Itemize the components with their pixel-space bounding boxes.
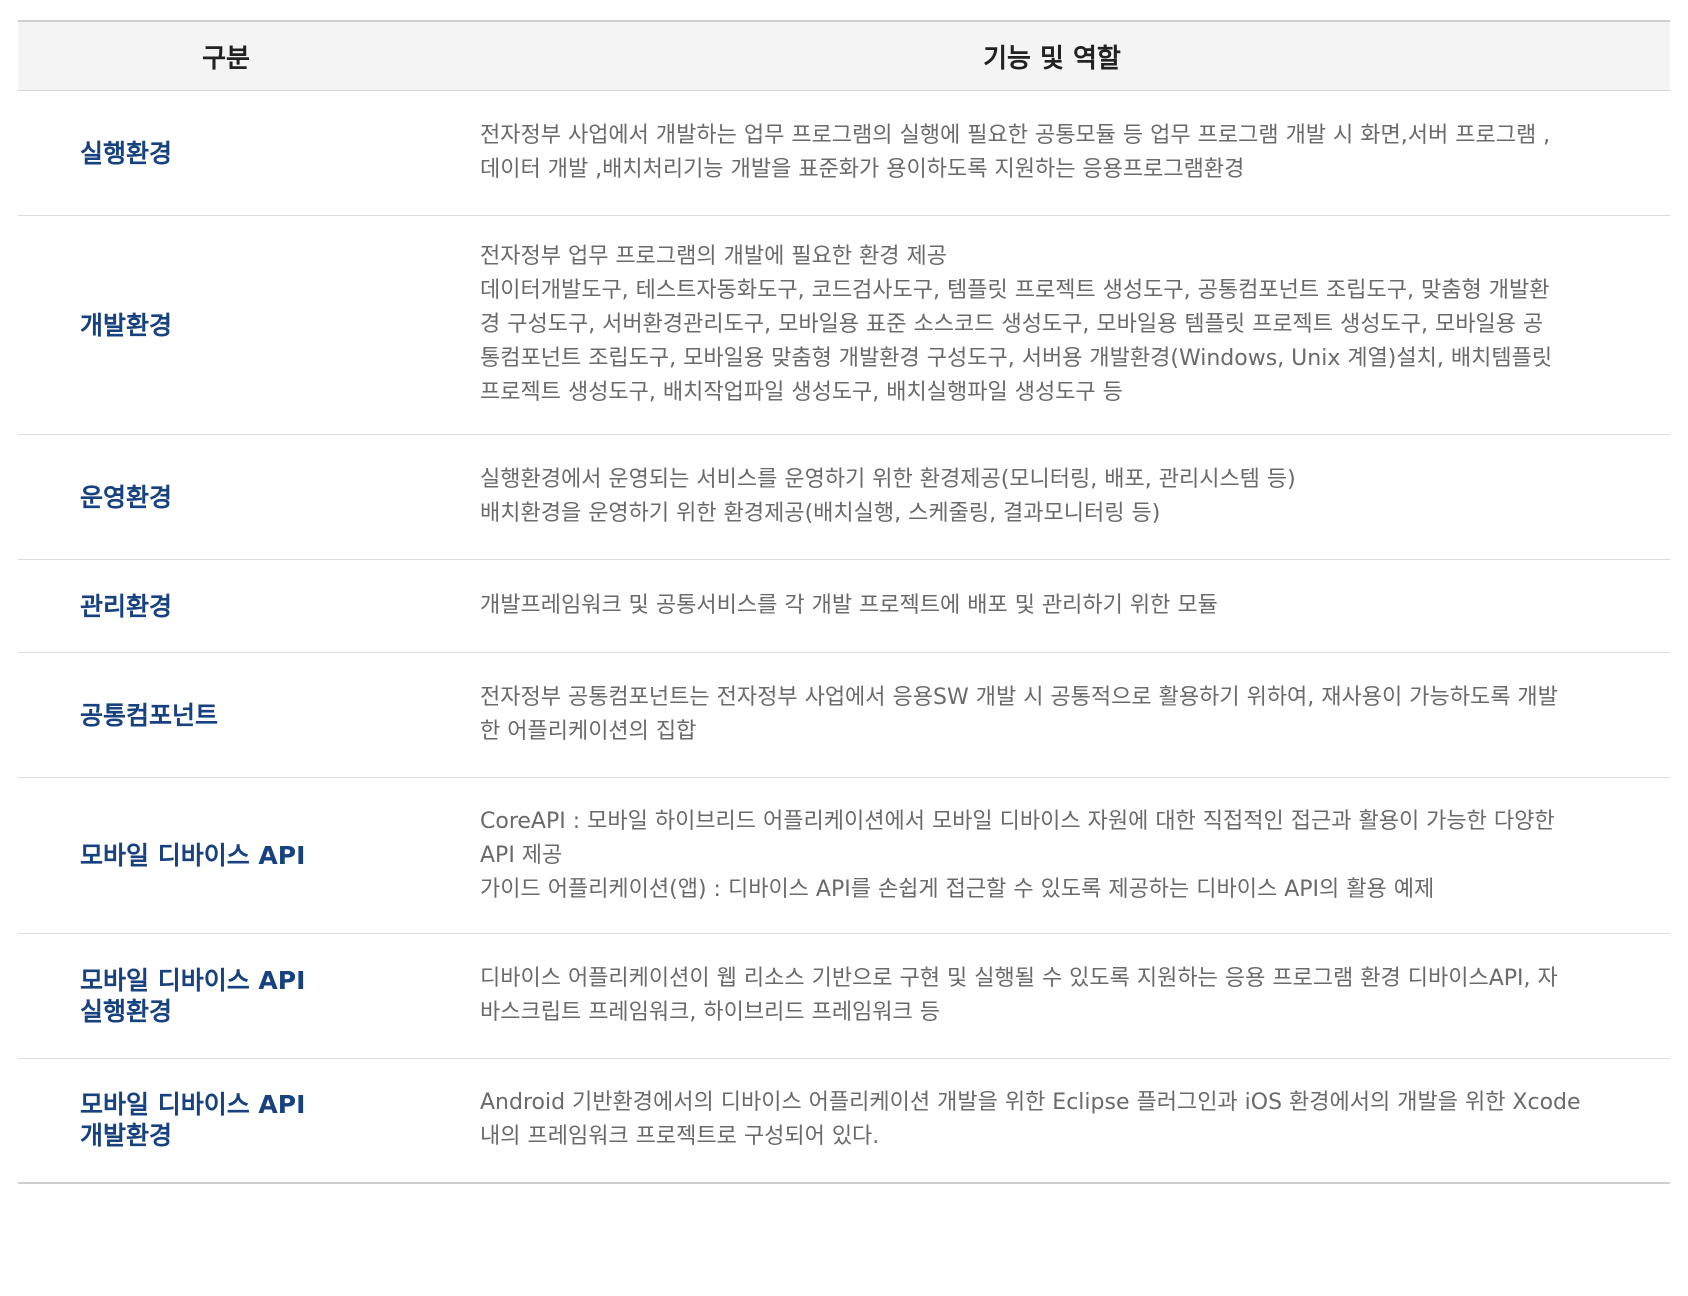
- header-category: 구분: [18, 21, 434, 91]
- row-category: 실행환경: [18, 90, 434, 216]
- row-category: 관리환경: [18, 559, 434, 653]
- header-function-role: 기능 및 역할: [434, 21, 1670, 91]
- page: 구분 기능 및 역할 실행환경 전자정부 사업에서 개발하는 업무 프로그램의 …: [0, 0, 1688, 1296]
- row-description: 전자정부 업무 프로그램의 개발에 필요한 환경 제공 데이터개발도구, 테스트…: [434, 215, 1670, 435]
- row-description: CoreAPI : 모바일 하이브리드 어플리케이션에서 모바일 디바이스 자원…: [434, 777, 1670, 934]
- table-row: 개발환경 전자정부 업무 프로그램의 개발에 필요한 환경 제공 데이터개발도구…: [18, 215, 1670, 435]
- table-row: 운영환경 실행환경에서 운영되는 서비스를 운영하기 위한 환경제공(모니터링,…: [18, 434, 1670, 560]
- row-category: 운영환경: [18, 434, 434, 560]
- row-description: 실행환경에서 운영되는 서비스를 운영하기 위한 환경제공(모니터링, 배포, …: [434, 434, 1670, 560]
- row-category: 개발환경: [18, 215, 434, 435]
- table-row: 관리환경 개발프레임워크 및 공통서비스를 각 개발 프로젝트에 배포 및 관리…: [18, 559, 1670, 653]
- row-description: Android 기반환경에서의 디바이스 어플리케이션 개발을 위한 Eclip…: [480, 1090, 1581, 1150]
- table-row: 모바일 디바이스 API 실행환경 디바이스 어플리케이션이 웹 리소스 기반으…: [18, 933, 1670, 1059]
- row-category: 모바일 디바이스 API: [18, 777, 434, 934]
- row-description: 전자정부 사업에서 개발하는 업무 프로그램의 실행에 필요한 공통모듈 등 업…: [434, 90, 1670, 216]
- table-body: 실행환경 전자정부 사업에서 개발하는 업무 프로그램의 실행에 필요한 공통모…: [18, 90, 1670, 1183]
- row-category: 공통컴포넌트: [18, 652, 434, 778]
- table-header: 구분 기능 및 역할: [18, 21, 1670, 91]
- table-row: 공통컴포넌트 전자정부 공통컴포넌트는 전자정부 사업에서 응용SW 개발 시 …: [18, 652, 1670, 778]
- table-row: 실행환경 전자정부 사업에서 개발하는 업무 프로그램의 실행에 필요한 공통모…: [18, 90, 1670, 216]
- header-row: 구분 기능 및 역할: [18, 21, 1670, 91]
- framework-environment-table: 구분 기능 및 역할 실행환경 전자정부 사업에서 개발하는 업무 프로그램의 …: [18, 20, 1670, 1184]
- row-category: 모바일 디바이스 API 개발환경: [80, 1090, 306, 1151]
- row-description: 디바이스 어플리케이션이 웹 리소스 기반으로 구현 및 실행될 수 있도록 지…: [434, 933, 1670, 1059]
- table-row: 모바일 디바이스 API CoreAPI : 모바일 하이브리드 어플리케이션에…: [18, 777, 1670, 934]
- table-row: 모바일 디바이스 API 개발환경 Android 기반환경에서의 디바이스 어…: [18, 1059, 1670, 1183]
- row-category: 모바일 디바이스 API 실행환경: [18, 933, 434, 1059]
- row-description: 개발프레임워크 및 공통서비스를 각 개발 프로젝트에 배포 및 관리하기 위한…: [434, 559, 1670, 653]
- row-description: 전자정부 공통컴포넌트는 전자정부 사업에서 응용SW 개발 시 공통적으로 활…: [434, 652, 1670, 778]
